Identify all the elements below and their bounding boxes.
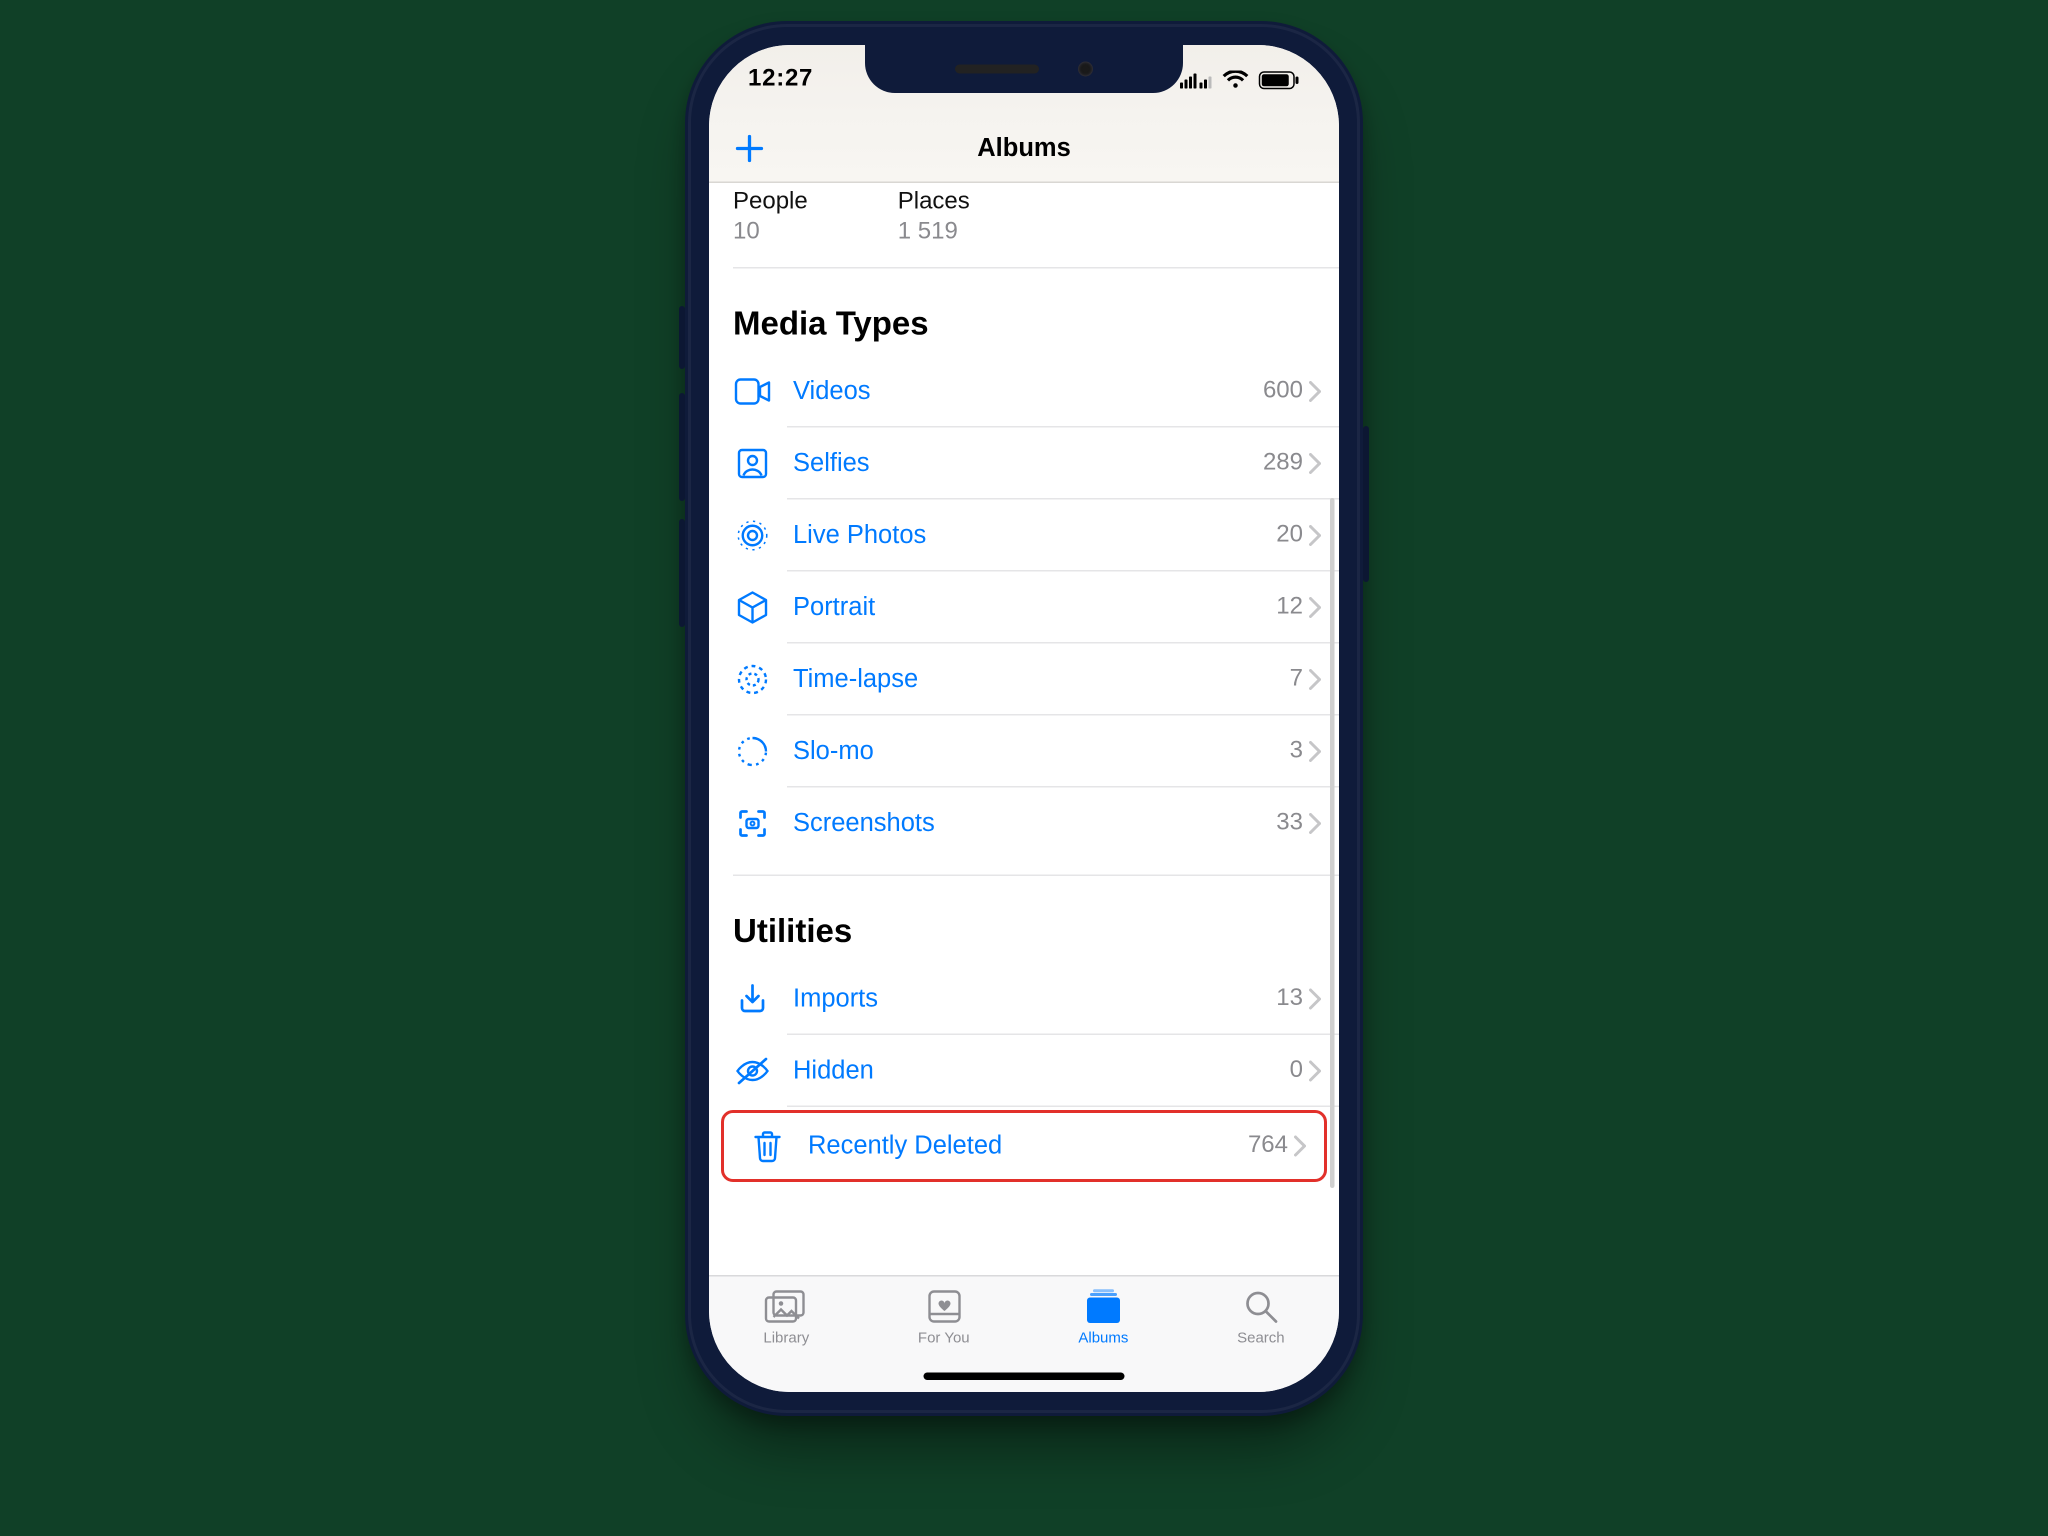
chevron-right-icon bbox=[1309, 381, 1321, 402]
people-count: 10 bbox=[733, 219, 808, 246]
chevron-right-icon bbox=[1309, 741, 1321, 762]
chevron-right-icon bbox=[1294, 1136, 1306, 1157]
status-bar: 12:27 bbox=[709, 45, 1339, 114]
selfies-row[interactable]: Selfies 289 bbox=[709, 428, 1339, 500]
row-label: Selfies bbox=[793, 449, 1263, 479]
phone-frame: 12:27 Albums bbox=[685, 21, 1363, 1416]
places-label: Places bbox=[898, 189, 970, 216]
places-count: 1 519 bbox=[898, 219, 970, 246]
search-icon bbox=[1243, 1289, 1279, 1325]
utilities-header: Utilities bbox=[709, 876, 1339, 963]
volume-up-button bbox=[679, 393, 685, 501]
row-count: 7 bbox=[1290, 666, 1303, 693]
row-count: 764 bbox=[1248, 1133, 1288, 1160]
tab-albums[interactable]: Albums bbox=[1078, 1289, 1128, 1393]
timelapse-icon bbox=[733, 663, 772, 696]
tab-label: Albums bbox=[1078, 1331, 1128, 1348]
tab-search[interactable]: Search bbox=[1237, 1289, 1285, 1393]
row-label: Imports bbox=[793, 984, 1276, 1014]
row-label: Screenshots bbox=[793, 809, 1276, 839]
row-count: 33 bbox=[1276, 810, 1303, 837]
recently-deleted-row[interactable]: Recently Deleted 764 bbox=[721, 1110, 1327, 1182]
places-album[interactable]: Places 1 519 bbox=[898, 189, 970, 246]
row-count: 0 bbox=[1290, 1058, 1303, 1085]
dual-sim-signal-icon bbox=[1180, 71, 1213, 89]
library-icon bbox=[764, 1289, 809, 1325]
scroll-indicator bbox=[1330, 498, 1335, 1188]
divider bbox=[733, 267, 1339, 269]
row-label: Live Photos bbox=[793, 521, 1276, 551]
tab-label: For You bbox=[918, 1331, 970, 1348]
live-photo-icon bbox=[733, 519, 772, 552]
timelapse-row[interactable]: Time-lapse 7 bbox=[709, 644, 1339, 716]
media-types-header: Media Types bbox=[709, 269, 1339, 356]
row-count: 13 bbox=[1276, 986, 1303, 1013]
people-album[interactable]: People 10 bbox=[733, 189, 808, 246]
chevron-right-icon bbox=[1309, 989, 1321, 1010]
tab-library[interactable]: Library bbox=[763, 1289, 809, 1393]
row-count: 600 bbox=[1263, 378, 1303, 405]
chevron-right-icon bbox=[1309, 525, 1321, 546]
row-count: 20 bbox=[1276, 522, 1303, 549]
slomo-row[interactable]: Slo-mo 3 bbox=[709, 716, 1339, 788]
row-count: 3 bbox=[1290, 738, 1303, 765]
row-label: Time-lapse bbox=[793, 665, 1290, 695]
videos-row[interactable]: Videos 600 bbox=[709, 356, 1339, 428]
chevron-right-icon bbox=[1309, 453, 1321, 474]
silent-switch bbox=[679, 306, 685, 369]
people-label: People bbox=[733, 189, 808, 216]
trash-icon bbox=[748, 1130, 787, 1163]
chevron-right-icon bbox=[1309, 813, 1321, 834]
row-label: Videos bbox=[793, 377, 1263, 407]
power-button bbox=[1363, 426, 1369, 582]
import-icon bbox=[733, 983, 772, 1016]
slomo-icon bbox=[733, 735, 772, 768]
screenshot-icon bbox=[733, 807, 772, 840]
chevron-right-icon bbox=[1309, 1061, 1321, 1082]
earpiece-speaker bbox=[955, 65, 1039, 74]
albums-icon bbox=[1084, 1289, 1123, 1325]
front-camera bbox=[1078, 62, 1093, 77]
video-icon bbox=[733, 375, 772, 408]
screenshots-row[interactable]: Screenshots 33 bbox=[709, 788, 1339, 860]
add-button[interactable] bbox=[733, 131, 766, 164]
chevron-right-icon bbox=[1309, 669, 1321, 690]
portrait-row[interactable]: Portrait 12 bbox=[709, 572, 1339, 644]
home-indicator[interactable] bbox=[924, 1373, 1125, 1381]
row-count: 12 bbox=[1276, 594, 1303, 621]
nav-header: Albums bbox=[709, 114, 1339, 183]
tab-for-you[interactable]: For You bbox=[918, 1289, 970, 1393]
row-label: Portrait bbox=[793, 593, 1276, 623]
wifi-icon bbox=[1222, 71, 1249, 89]
live-photos-row[interactable]: Live Photos 20 bbox=[709, 500, 1339, 572]
selfie-icon bbox=[733, 447, 772, 480]
phone-screen: 12:27 Albums bbox=[709, 45, 1339, 1392]
battery-icon bbox=[1258, 70, 1300, 90]
albums-content[interactable]: People 10 Places 1 519 Media Types Video… bbox=[709, 183, 1339, 1275]
divider bbox=[733, 875, 1339, 877]
chevron-right-icon bbox=[1309, 597, 1321, 618]
portrait-icon bbox=[733, 591, 772, 624]
hidden-row[interactable]: Hidden 0 bbox=[709, 1035, 1339, 1107]
nav-title: Albums bbox=[977, 133, 1071, 163]
row-label: Recently Deleted bbox=[808, 1131, 1248, 1161]
status-time: 12:27 bbox=[748, 66, 813, 93]
row-label: Slo-mo bbox=[793, 737, 1290, 767]
imports-row[interactable]: Imports 13 bbox=[709, 963, 1339, 1035]
volume-down-button bbox=[679, 519, 685, 627]
for-you-icon bbox=[926, 1289, 962, 1325]
summary-row: People 10 Places 1 519 bbox=[709, 183, 1339, 267]
row-count: 289 bbox=[1263, 450, 1303, 477]
tab-label: Library bbox=[763, 1331, 809, 1348]
hidden-icon bbox=[733, 1055, 772, 1088]
notch bbox=[865, 45, 1183, 93]
row-label: Hidden bbox=[793, 1056, 1290, 1086]
tab-bar: Library For You Albums Search bbox=[709, 1275, 1339, 1392]
tab-label: Search bbox=[1237, 1331, 1285, 1348]
